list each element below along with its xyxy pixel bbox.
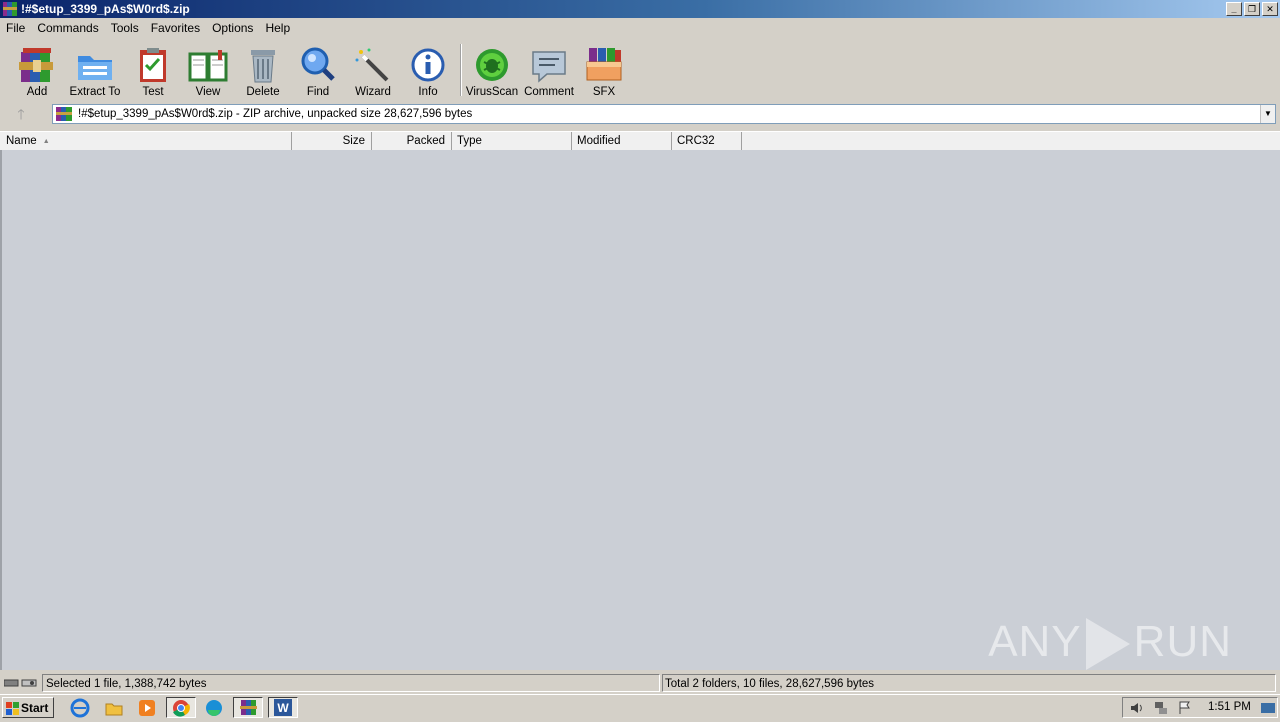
virusscan-button[interactable]: VirusScan [464, 42, 520, 98]
info-button[interactable]: Info [400, 42, 456, 98]
column-crc32[interactable]: CRC32 [672, 132, 742, 150]
find-label: Find [306, 86, 330, 98]
title-bar[interactable]: !#$etup_3399_pAs$W0rd$.zip _ ❐ ✕ [0, 0, 1280, 18]
test-clipboard-icon [133, 46, 173, 84]
menu-file[interactable]: File [0, 21, 31, 35]
status-bar: Selected 1 file, 1,388,742 bytes Total 2… [0, 673, 1280, 693]
bug-icon [472, 46, 512, 84]
add-archive-icon [17, 46, 57, 84]
wizard-label: Wizard [355, 86, 391, 98]
taskbar-clock[interactable]: 1:51 PM [1208, 701, 1251, 713]
word-taskbar-button[interactable]: W [268, 697, 298, 718]
minimize-button[interactable]: _ [1226, 2, 1242, 16]
info-icon [408, 46, 448, 84]
menu-help[interactable]: Help [259, 21, 296, 35]
status-total: Total 2 folders, 10 files, 28,627,596 by… [662, 674, 1276, 692]
internet-explorer-icon[interactable] [70, 698, 92, 718]
column-size[interactable]: Size [292, 132, 372, 150]
add-label: Add [26, 86, 48, 98]
comment-icon [529, 46, 569, 84]
toolbar-separator [460, 44, 462, 96]
start-label: Start [21, 701, 49, 715]
sort-ascending-icon: ▲ [42, 138, 50, 145]
restore-button[interactable]: ❐ [1244, 2, 1260, 16]
view-book-icon [188, 46, 228, 84]
sfx-box-icon [584, 46, 624, 84]
file-list[interactable]: ANY RUN [0, 150, 1280, 670]
extract-to-button[interactable]: Extract To [67, 42, 123, 98]
column-packed[interactable]: Packed [372, 132, 452, 150]
comment-label: Comment [524, 86, 574, 98]
svg-text:W: W [277, 701, 289, 715]
sfx-label: SFX [592, 86, 616, 98]
close-button[interactable]: ✕ [1262, 2, 1278, 16]
zip-archive-icon [56, 107, 72, 121]
column-type[interactable]: Type [452, 132, 572, 150]
taskbar: Start W 1:51 PM [0, 694, 1280, 721]
menu-tools[interactable]: Tools [105, 21, 145, 35]
windows-flag-icon [6, 701, 19, 715]
edge-icon[interactable] [204, 698, 226, 718]
menu-commands[interactable]: Commands [31, 21, 104, 35]
volume-icon[interactable] [1129, 700, 1145, 719]
watermark-run: RUN [1133, 616, 1232, 666]
toolbar: Add Extract To Test View Delete Find Wiz… [0, 40, 1280, 100]
media-player-icon[interactable] [137, 698, 159, 718]
sfx-button[interactable]: SFX [576, 42, 632, 98]
trash-icon [243, 46, 283, 84]
winrar-app-icon [3, 2, 17, 16]
archive-path-text: !#$etup_3399_pAs$W0rd$.zip - ZIP archive… [78, 108, 473, 120]
column-name[interactable]: Name ▲ [0, 132, 292, 150]
anyrun-watermark: ANY RUN [988, 617, 1232, 670]
address-bar: 🡑 !#$etup_3399_pAs$W0rd$.zip - ZIP archi… [0, 102, 1280, 126]
view-button[interactable]: View [180, 42, 236, 98]
comment-button[interactable]: Comment [521, 42, 577, 98]
path-dropdown-button[interactable]: ▼ [1260, 105, 1275, 123]
find-button[interactable]: Find [290, 42, 346, 98]
file-explorer-icon[interactable] [104, 698, 126, 718]
start-button[interactable]: Start [2, 697, 54, 718]
menu-options[interactable]: Options [206, 21, 259, 35]
menu-bar: File Commands Tools Favorites Options He… [0, 18, 1280, 38]
play-icon [1085, 618, 1130, 670]
test-button[interactable]: Test [125, 42, 181, 98]
show-desktop-icon[interactable] [1261, 701, 1275, 718]
up-one-level-button[interactable]: 🡑 [10, 105, 32, 123]
system-tray [1122, 697, 1278, 718]
up-arrow-icon: 🡑 [17, 106, 25, 122]
info-label: Info [418, 86, 438, 98]
extract-to-label: Extract To [69, 86, 121, 98]
column-name-label: Name [6, 135, 37, 147]
chrome-taskbar-button[interactable] [166, 697, 196, 718]
wand-icon [353, 46, 393, 84]
window-title: !#$etup_3399_pAs$W0rd$.zip [21, 2, 190, 16]
archive-path-field[interactable]: !#$etup_3399_pAs$W0rd$.zip - ZIP archive… [52, 104, 1276, 124]
delete-button[interactable]: Delete [235, 42, 291, 98]
magnifier-icon [298, 46, 338, 84]
delete-label: Delete [246, 86, 280, 98]
add-button[interactable]: Add [9, 42, 65, 98]
menu-favorites[interactable]: Favorites [145, 21, 206, 35]
file-list-header: Name ▲ Size Packed Type Modified CRC32 [0, 131, 1280, 151]
action-center-flag-icon[interactable] [1177, 700, 1193, 719]
extract-folder-icon [75, 46, 115, 84]
network-icon[interactable] [1153, 700, 1169, 719]
watermark-any: ANY [988, 616, 1082, 666]
winrar-taskbar-button[interactable] [233, 697, 263, 718]
test-label: Test [142, 86, 164, 98]
wizard-button[interactable]: Wizard [345, 42, 401, 98]
column-modified[interactable]: Modified [572, 132, 672, 150]
status-selection: Selected 1 file, 1,388,742 bytes [42, 674, 660, 692]
virusscan-label: VirusScan [465, 86, 519, 98]
view-label: View [195, 86, 221, 98]
drive-icon [3, 677, 40, 689]
